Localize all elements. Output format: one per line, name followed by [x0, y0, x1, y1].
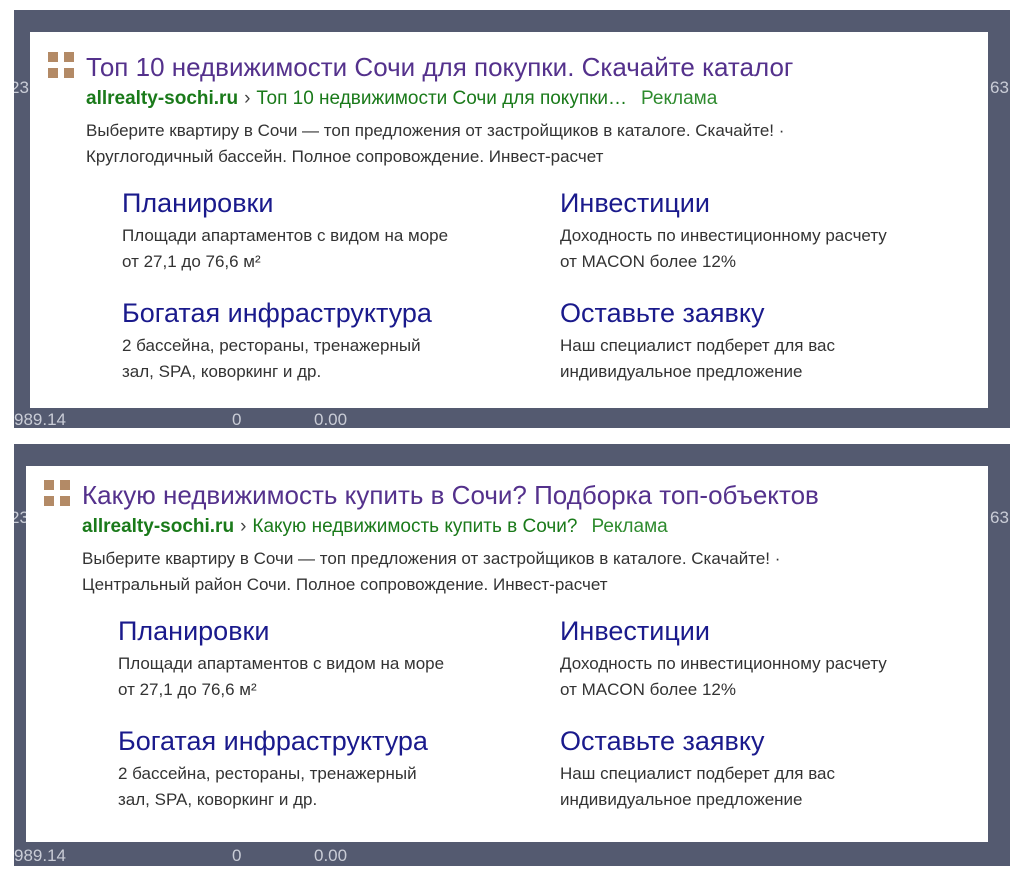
ad-domain-link[interactable]: allrealty-sochi.ru	[82, 516, 234, 537]
bg-table-cell: 63	[990, 78, 1009, 97]
sitelink-title-link[interactable]: Оставьте заявку	[560, 726, 980, 757]
four-squares-logo-icon	[48, 52, 74, 78]
sitelink-title-link[interactable]: Богатая инфраструктура	[122, 298, 542, 329]
sitelink-desc: от 27,1 до 76,6 м²	[122, 252, 261, 271]
sitelink-desc: Доходность по инвестиционному расчету	[560, 654, 887, 673]
sitelink-request: Оставьте заявку Наш специалист подберет …	[560, 298, 980, 385]
ad-path-link[interactable]: Какую недвижимость купить в Сочи?	[252, 516, 577, 537]
bg-table-cell: 0	[232, 410, 242, 428]
sitelink-desc: индивидуальное предложение	[560, 362, 803, 381]
bg-table-cell: 23	[14, 78, 29, 97]
ad-label: Реклама	[591, 516, 668, 537]
ad-description-line: Выберите квартиру в Сочи — топ предложен…	[86, 121, 785, 140]
bg-table-cell: 63	[990, 508, 1009, 527]
ad-description-line: Центральный район Сочи. Полное сопровожд…	[82, 575, 608, 594]
sitelink-request: Оставьте заявку Наш специалист подберет …	[560, 726, 980, 813]
sitelink-layouts: Планировки Площади апартаментов с видом …	[118, 616, 538, 703]
ad-url-line: allrealty-sochi.ru › Топ 10 недвижимости С…	[86, 88, 717, 110]
bg-table-cell: 0.00	[314, 410, 348, 428]
sitelink-desc: Площади апартаментов с видом на море	[118, 654, 445, 673]
breadcrumb-separator: ›	[240, 516, 247, 537]
sitelink-desc: 2 бассейна, рестораны, тренажерный	[122, 336, 421, 355]
sitelink-desc: от MACON более 12%	[560, 680, 736, 699]
breadcrumb-separator: ›	[244, 88, 251, 109]
bg-table-cell: 0.00	[314, 846, 348, 865]
sitelink-desc: от MACON более 12%	[560, 252, 736, 271]
ad-title-link[interactable]: Какую недвижимость купить в Сочи? Подбор…	[82, 480, 819, 511]
ad-description: Выберите квартиру в Сочи — топ предложен…	[86, 118, 784, 170]
bg-table-cell: 989.14	[14, 410, 66, 428]
four-squares-logo-icon	[44, 480, 70, 506]
ad-description-line: Круглогодичный бассейн. Полное сопровожд…	[86, 147, 604, 166]
sitelink-title-link[interactable]: Оставьте заявку	[560, 298, 980, 329]
ad-title-link[interactable]: Топ 10 недвижимости Сочи для покупки. Ск…	[86, 52, 793, 83]
sitelink-investments: Инвестиции Доходность по инвестиционному…	[560, 616, 980, 703]
sitelink-title-link[interactable]: Богатая инфраструктура	[118, 726, 538, 757]
sitelink-infrastructure: Богатая инфраструктура 2 бассейна, ресто…	[122, 298, 542, 385]
ad-description-line: Выберите квартиру в Сочи — топ предложен…	[82, 549, 781, 568]
bg-table-cell: 0	[232, 846, 242, 865]
sitelink-title-link[interactable]: Инвестиции	[560, 616, 980, 647]
ad-domain-link[interactable]: allrealty-sochi.ru	[86, 88, 238, 109]
sitelink-desc: зал, SPA, коворкинг и др.	[122, 362, 322, 381]
sitelink-desc: Наш специалист подберет для вас	[560, 764, 835, 783]
sitelink-desc: Наш специалист подберет для вас	[560, 336, 835, 355]
sitelink-investments: Инвестиции Доходность по инвестиционному…	[560, 188, 980, 275]
sitelink-desc: индивидуальное предложение	[560, 790, 803, 809]
sitelink-title-link[interactable]: Инвестиции	[560, 188, 980, 219]
ad-url-line: allrealty-sochi.ru › Какую недвижимость ку…	[82, 516, 668, 538]
ad-screenshot-2: 23 63 989.14 0 0.00 Какую недвижимость к…	[14, 444, 1010, 866]
ad-screenshot-1: 23 63 989.14 0 0.00 Топ 10 недвижимости …	[14, 10, 1010, 428]
search-ad-card: Какую недвижимость купить в Сочи? Подбор…	[26, 466, 988, 842]
ad-label: Реклама	[641, 88, 718, 109]
sitelink-desc: от 27,1 до 76,6 м²	[118, 680, 257, 699]
sitelink-desc: Доходность по инвестиционному расчету	[560, 226, 887, 245]
sitelink-title-link[interactable]: Планировки	[118, 616, 538, 647]
ad-description: Выберите квартиру в Сочи — топ предложен…	[82, 546, 780, 598]
sitelink-infrastructure: Богатая инфраструктура 2 бассейна, ресто…	[118, 726, 538, 813]
sitelink-layouts: Планировки Площади апартаментов с видом …	[122, 188, 542, 275]
search-ad-card: Топ 10 недвижимости Сочи для покупки. Ск…	[30, 32, 988, 408]
sitelink-desc: зал, SPA, коворкинг и др.	[118, 790, 318, 809]
ad-path-link[interactable]: Топ 10 недвижимости Сочи для покупки…	[256, 88, 627, 109]
sitelink-desc: Площади апартаментов с видом на море	[122, 226, 449, 245]
sitelink-desc: 2 бассейна, рестораны, тренажерный	[118, 764, 417, 783]
bg-table-cell: 989.14	[14, 846, 66, 865]
sitelink-title-link[interactable]: Планировки	[122, 188, 542, 219]
